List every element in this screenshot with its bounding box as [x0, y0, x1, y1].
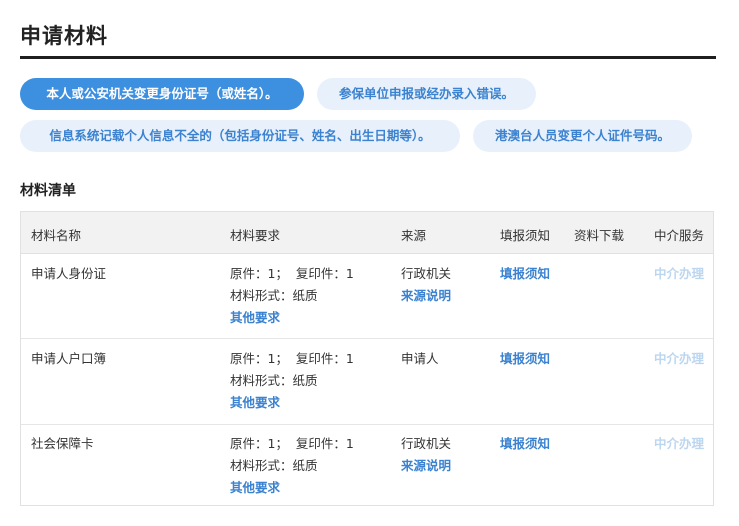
header-agency: 中介服务 [654, 228, 705, 243]
agency-link: 中介办理 [654, 266, 705, 281]
requirement-count: 原件：1； 复印件：1 [230, 266, 354, 281]
material-name: 申请人户口簿 [31, 351, 107, 366]
tab-hk-macao-taiwan[interactable]: 港澳台人员变更个人证件号码。 [473, 120, 692, 152]
material-name: 申请人身份证 [31, 266, 107, 281]
header-material-name: 材料名称 [31, 228, 82, 243]
table-row: 社会保障卡 原件：1； 复印件：1 材料形式：纸质 其他要求 行政机关 来源说明… [21, 424, 713, 509]
materials-table: 材料名称 材料要求 来源 填报须知 资料下载 中介服务 申请人身份证 原件：1；… [20, 211, 714, 506]
other-requirements-link[interactable]: 其他要求 [230, 392, 280, 414]
table-row: 申请人户口簿 原件：1； 复印件：1 材料形式：纸质 其他要求 申请人 填报须知… [21, 339, 713, 425]
header-requirements: 材料要求 [230, 228, 281, 243]
source-text: 行政机关 [401, 436, 452, 451]
notice-link[interactable]: 填报须知 [500, 348, 550, 370]
source-note-link[interactable]: 来源说明 [401, 285, 451, 307]
header-source: 来源 [401, 228, 427, 243]
other-requirements-link[interactable]: 其他要求 [230, 477, 280, 499]
title-divider [20, 56, 716, 59]
agency-link: 中介办理 [654, 351, 705, 366]
requirement-form: 材料形式：纸质 [230, 373, 318, 388]
material-name: 社会保障卡 [31, 436, 94, 451]
requirement-form: 材料形式：纸质 [230, 288, 318, 303]
tab-id-change[interactable]: 本人或公安机关变更身份证号（或姓名）。 [20, 78, 304, 110]
tab-incomplete-info[interactable]: 信息系统记载个人信息不全的（包括身份证号、姓名、出生日期等）。 [20, 120, 460, 152]
source-text: 行政机关 [401, 266, 452, 281]
section-title: 材料清单 [20, 183, 76, 199]
table-header: 材料名称 材料要求 来源 填报须知 资料下载 中介服务 [21, 212, 713, 254]
source-text: 申请人 [401, 351, 439, 366]
agency-link: 中介办理 [654, 436, 705, 451]
header-download: 资料下载 [574, 228, 625, 243]
table-row: 申请人身份证 原件：1； 复印件：1 材料形式：纸质 其他要求 行政机关 来源说… [21, 253, 713, 339]
source-note-link[interactable]: 来源说明 [401, 455, 451, 477]
notice-link[interactable]: 填报须知 [500, 263, 550, 285]
page-title: 申请材料 [20, 24, 108, 48]
notice-link[interactable]: 填报须知 [500, 433, 550, 455]
requirement-count: 原件：1； 复印件：1 [230, 436, 354, 451]
other-requirements-link[interactable]: 其他要求 [230, 307, 280, 329]
header-notice: 填报须知 [500, 228, 551, 243]
requirement-form: 材料形式：纸质 [230, 458, 318, 473]
requirement-count: 原件：1； 复印件：1 [230, 351, 354, 366]
tab-entry-error[interactable]: 参保单位申报或经办录入错误。 [317, 78, 536, 110]
